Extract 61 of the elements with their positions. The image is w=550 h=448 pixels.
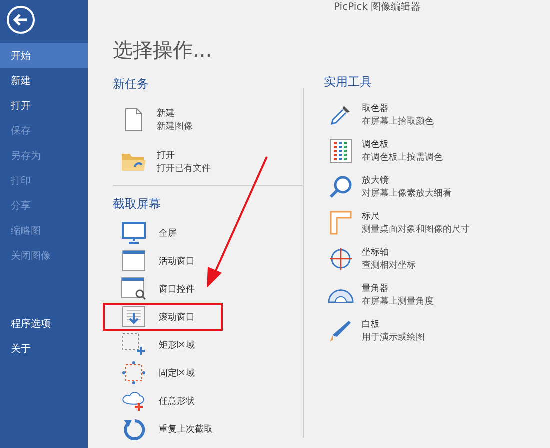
sidebar-item[interactable]: 程序选项 [0,311,88,336]
capture-item[interactable]: 固定区域 [103,359,223,387]
sidebar-item[interactable]: 打开 [0,93,88,118]
tool-title: 取色器 [362,102,390,115]
section-heading: 实用工具 [324,74,373,91]
scroll-window-icon [122,306,146,328]
crosshair-icon [329,247,353,271]
monitor-icon [122,222,146,244]
capture-item[interactable]: 滚动窗口 [103,303,223,331]
capture-item[interactable]: 活动窗口 [103,247,223,275]
eyedropper-icon [329,103,353,127]
section-heading: 新任务 [113,76,150,93]
fixed-region-icon [122,361,146,385]
tool-title: 放大镜 [362,174,390,187]
pen-icon [329,319,353,343]
palette-grid-icon [330,139,352,163]
tool-description: 对屏幕上像素放大细看 [362,188,452,200]
task-item[interactable]: 打开 打开已有文件 [113,141,303,183]
tool-item[interactable]: 标尺 测量桌面对象和图像的尺寸 [324,205,550,241]
window-magnifier-icon [121,277,147,301]
tool-description: 用于演示或绘图 [362,332,425,344]
sidebar-item[interactable]: 新建 [0,68,88,93]
tool-title: 白板 [362,318,381,331]
tool-title: 标尺 [362,210,381,223]
capture-item[interactable]: 重复上次截取 [103,415,223,443]
sidebar-item[interactable]: 关于 [0,336,88,361]
tool-item[interactable]: 白板 用于演示或绘图 [324,313,550,349]
tool-description: 查测相对坐标 [362,260,416,272]
folder-icon [121,151,147,173]
item-title: 新建 [157,108,176,120]
sidebar-item[interactable]: 开始 [0,43,88,68]
tool-description: 测量桌面对象和图像的尺寸 [362,224,470,236]
item-description: 打开已有文件 [157,162,211,175]
tool-title: 量角器 [362,282,390,295]
back-button[interactable] [6,5,36,35]
section-heading: 截取屏幕 [113,196,162,213]
capture-item[interactable]: 任意形状 [103,387,223,415]
tool-item[interactable]: 取色器 在屏幕上拾取颜色 [324,97,550,133]
tool-item[interactable]: 放大镜 对屏幕上像素放大细看 [324,169,550,205]
tool-title: 调色板 [362,138,390,151]
window-icon [122,250,146,272]
app-title: PicPick 图像编辑器 [334,0,422,14]
item-description: 新建图像 [157,120,193,133]
task-item[interactable]: 新建 新建图像 [113,99,303,141]
capture-item[interactable]: 全屏 [103,219,223,247]
item-title: 打开 [157,150,176,162]
dashed-rectangle-icon [122,333,146,357]
ruler-icon [330,211,352,235]
capture-item[interactable]: 窗口控件 [103,275,223,303]
tool-item[interactable]: 坐标轴 查测相对坐标 [324,241,550,277]
tool-description: 在屏幕上拾取颜色 [362,116,434,128]
tool-item[interactable]: 调色板 在调色板上按需调色 [324,133,550,169]
tool-description: 在屏幕上测量角度 [362,296,434,308]
capture-item[interactable]: 矩形区域 [103,331,223,359]
tool-title: 坐标轴 [362,246,390,259]
cloud-shape-icon [121,390,147,412]
page-heading: 选择操作... [113,37,214,64]
tool-item[interactable]: 量角器 在屏幕上测量角度 [324,277,550,313]
magnifier-icon [329,175,353,199]
circular-arrow-icon [122,417,146,441]
tool-description: 在调色板上按需调色 [362,152,443,164]
